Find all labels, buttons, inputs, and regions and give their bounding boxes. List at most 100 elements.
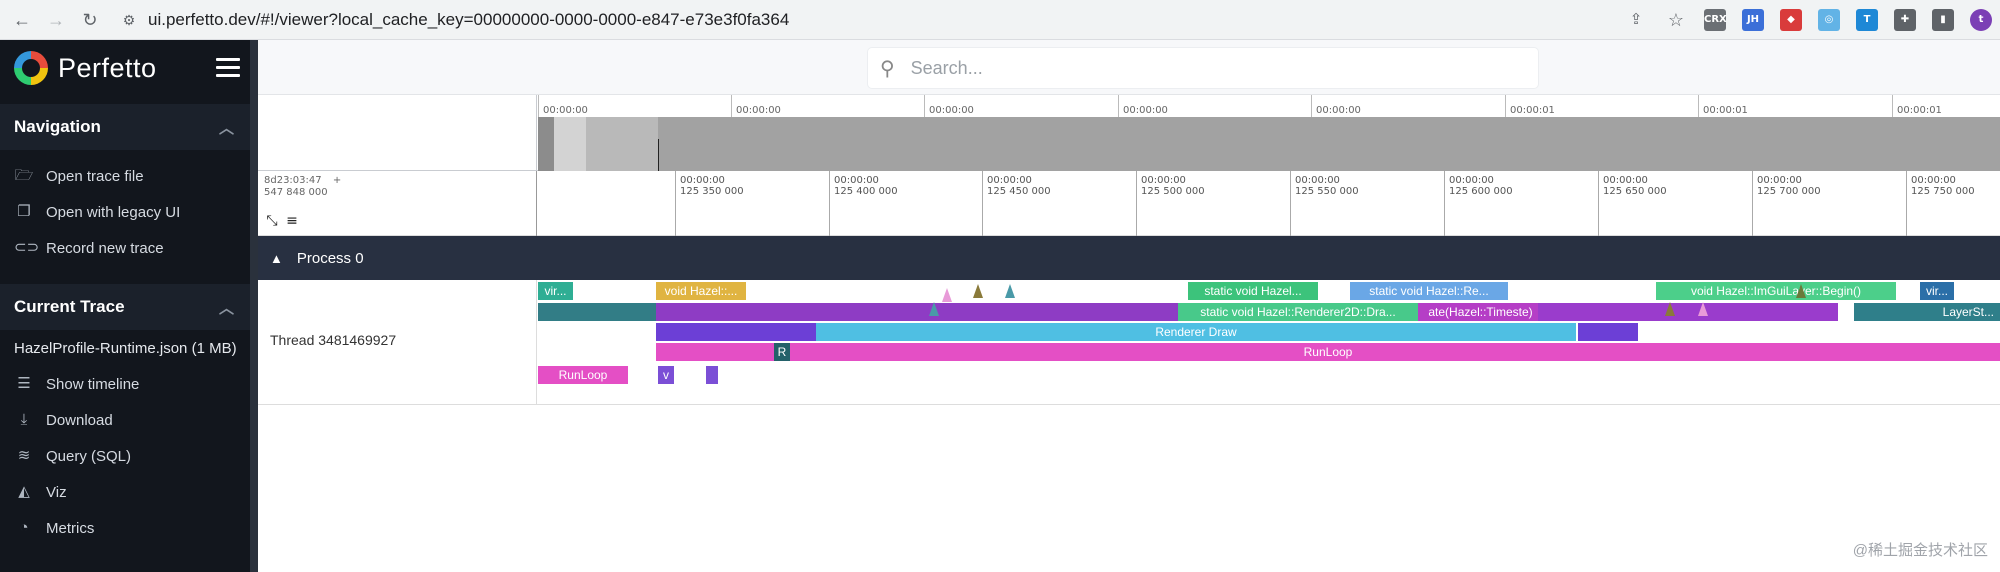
- sidebar-scrollbar[interactable]: [250, 40, 258, 572]
- flow-arrow-icon[interactable]: [973, 284, 983, 298]
- search-input[interactable]: [910, 57, 1491, 79]
- flow-arrow-icon[interactable]: [1005, 284, 1015, 298]
- ruler-tick-time: 00:00:00: [1911, 175, 1956, 186]
- current-trace-title: Current Trace: [14, 297, 125, 316]
- jh-icon[interactable]: JH: [1742, 9, 1764, 31]
- trace-slice[interactable]: [656, 323, 816, 341]
- time-offset-plus: +: [332, 175, 342, 186]
- process-track-header[interactable]: ▲ Process 0: [258, 236, 2000, 280]
- trace-slice[interactable]: ate(Hazel::Timeste): [1418, 303, 1543, 321]
- top-bar: ⚲: [258, 40, 2000, 95]
- flow-arrow-icon[interactable]: [942, 288, 952, 302]
- address-bar[interactable]: ⚙ ui.perfetto.dev/#!/viewer?local_cache_…: [114, 4, 1694, 35]
- track-list-icon[interactable]: ≡: [284, 213, 300, 229]
- url-text[interactable]: ui.perfetto.dev/#!/viewer?local_cache_ke…: [148, 10, 789, 30]
- trace-slice[interactable]: vir...: [1920, 282, 1954, 300]
- trace-slice[interactable]: void Hazel::ImGuiLayer::Begin(): [1656, 282, 1896, 300]
- trace-slice[interactable]: void Hazel::...: [656, 282, 746, 300]
- trace-slice[interactable]: v: [658, 366, 674, 384]
- gauge-icon: ◔: [19, 519, 29, 536]
- thread-track[interactable]: Thread 3481469927 vir... void Hazel::... s…: [258, 280, 2000, 405]
- hamburger-menu-icon[interactable]: [216, 58, 240, 78]
- trace-slice[interactable]: [1578, 323, 1638, 341]
- trace-slice[interactable]: [706, 366, 718, 384]
- nav-item[interactable]: 🗁 Open trace file: [0, 158, 258, 194]
- forward-icon[interactable]: →: [44, 8, 68, 32]
- overview-tick-label: 00:00:01: [1698, 95, 1748, 117]
- translate-ext-icon[interactable]: T: [1856, 9, 1878, 31]
- ruler-tick-time: 00:00:00: [680, 175, 725, 186]
- trace-item-label: Download: [46, 411, 113, 429]
- timeline-icon: ☰: [17, 375, 31, 392]
- back-icon[interactable]: ←: [10, 8, 34, 32]
- watermark: @稀土掘金技术社区: [1852, 542, 1988, 559]
- share-icon[interactable]: ⇪: [1624, 8, 1648, 32]
- overview-tick-label: 00:00:01: [1505, 95, 1555, 117]
- collapse-all-icon[interactable]: ⤡: [264, 213, 280, 229]
- chevron-up-icon[interactable]: ︿: [219, 297, 234, 318]
- trace-slice[interactable]: [538, 303, 656, 321]
- overview-segment: [538, 117, 554, 171]
- navigation-section-header[interactable]: Navigation ︿: [0, 104, 258, 150]
- sidebar: Perfetto Navigation ︿ 🗁 Open trace file ❐ O…: [0, 40, 258, 572]
- overview-timeline[interactable]: 00:00:00 00:00:00 00:00:00 00:00:00 00:00:00…: [258, 95, 2000, 171]
- ruler-tick-time: 00:00:00: [1603, 175, 1648, 186]
- trace-slice[interactable]: vir...: [538, 282, 573, 300]
- nav-item[interactable]: ❐ Open with legacy UI: [0, 194, 258, 230]
- nav-item[interactable]: ⊂⊃ Record new trace: [0, 230, 258, 266]
- flow-arrow-icon[interactable]: [1796, 284, 1806, 298]
- trace-item[interactable]: ≋ Query (SQL): [0, 438, 258, 474]
- perfetto-logo: [14, 51, 48, 85]
- sidepanel-icon[interactable]: ▮: [1932, 9, 1954, 31]
- ruler-tick-ns: 125 400 000: [834, 186, 898, 197]
- trace-slice[interactable]: static void Hazel...: [1188, 282, 1318, 300]
- trace-item[interactable]: ⤓ Download: [0, 402, 258, 438]
- ruler-tick: 00:00:00 125 400 000: [829, 171, 898, 236]
- thread-slices[interactable]: vir... void Hazel::... static void Hazel..…: [538, 280, 2000, 405]
- flow-arrow-icon[interactable]: [929, 302, 939, 316]
- profile-avatar[interactable]: t: [1970, 9, 1992, 31]
- trace-item[interactable]: ◔ Metrics: [0, 510, 258, 546]
- chevron-up-icon[interactable]: ︿: [219, 117, 234, 138]
- shield-ext-icon[interactable]: ◆: [1780, 9, 1802, 31]
- download-icon: ⤓: [20, 411, 28, 428]
- reload-icon[interactable]: ↻: [78, 8, 102, 32]
- main-panel: ⚲ 00:00:0000:00:0000:00:0000:00:0000:00:…: [258, 40, 2000, 572]
- time-ruler[interactable]: 8d23:03:47 + 547 848 000 ⤡ ≡ 00:00:00 125…: [258, 171, 2000, 236]
- record-toggle-icon: ⊂⊃: [14, 239, 40, 256]
- database-icon: ≋: [17, 447, 31, 464]
- overview-tick-label: 00:00:01: [1892, 95, 1942, 117]
- search-box[interactable]: ⚲: [868, 48, 1538, 88]
- current-trace-section-header[interactable]: Current Trace ︿: [0, 284, 258, 330]
- trace-slice[interactable]: static void Hazel::Re...: [1350, 282, 1508, 300]
- trace-slice[interactable]: Renderer Draw: [816, 323, 1576, 341]
- navigation-title: Navigation: [14, 117, 101, 136]
- trace-slice[interactable]: static void Hazel::Renderer2D::Dra...: [1178, 303, 1418, 321]
- ruler-tick-time: 00:00:00: [1449, 175, 1494, 186]
- overview-visible-window[interactable]: [586, 117, 658, 171]
- trace-slice[interactable]: RunLoop: [656, 343, 2000, 361]
- ruler-tick: 00:00:00 125 650 000: [1598, 171, 1667, 236]
- trace-item[interactable]: ◭ Viz: [0, 474, 258, 510]
- crx-icon[interactable]: CRX: [1704, 9, 1727, 31]
- ruler-tick: 00:00:00 125 450 000: [982, 171, 1051, 236]
- chevron-up-icon[interactable]: ▲: [270, 251, 283, 266]
- trace-slice[interactable]: LayerSt...: [1854, 303, 2000, 321]
- nav-item-label: Open trace file: [46, 167, 144, 185]
- overview-tick-label: 00:00:00: [924, 95, 974, 117]
- trace-slice[interactable]: R: [774, 343, 790, 361]
- trace-item[interactable]: ☰ Show timeline: [0, 366, 258, 402]
- flow-arrow-icon[interactable]: [1665, 302, 1675, 316]
- trace-slice[interactable]: RunLoop: [538, 366, 628, 384]
- circle-ext-icon[interactable]: ◎: [1818, 9, 1840, 31]
- trace-slice[interactable]: [1538, 303, 1838, 321]
- site-info-icon[interactable]: ⚙: [120, 11, 138, 29]
- nav-item-label: Record new trace: [46, 239, 164, 257]
- bookmark-star-icon[interactable]: ☆: [1664, 8, 1688, 32]
- browser-toolbar: ← → ↻ ⚙ ui.perfetto.dev/#!/viewer?local_…: [0, 0, 2000, 40]
- flow-arrow-icon[interactable]: [1698, 302, 1708, 316]
- overview-tick-label: 00:00:00: [731, 95, 781, 117]
- ruler-tick-ns: 125 350 000: [680, 186, 744, 197]
- puzzle-icon[interactable]: ✚: [1894, 9, 1916, 31]
- overview-track[interactable]: [538, 117, 2000, 171]
